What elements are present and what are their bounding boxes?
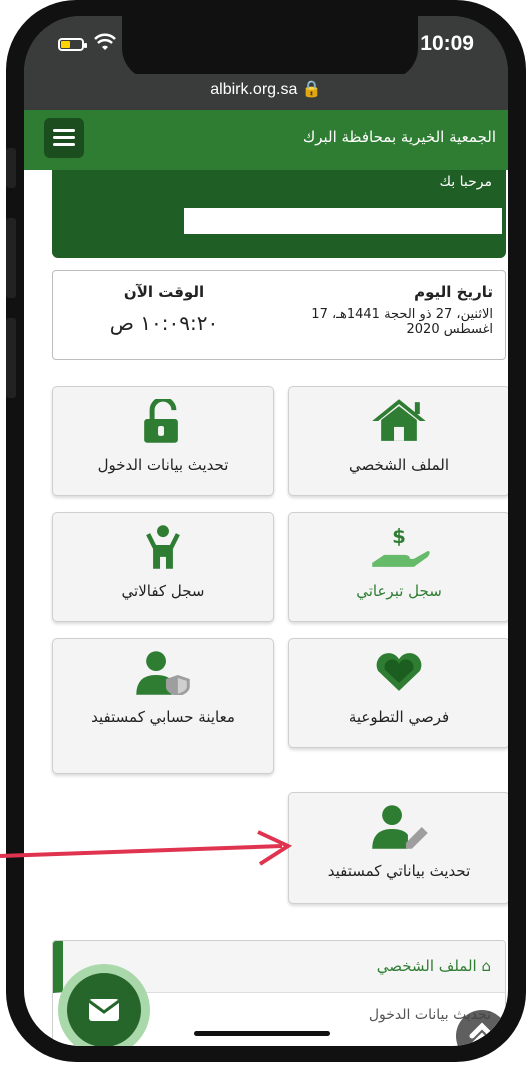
tile-label: معاينة حسابي كمستفيد <box>91 708 235 726</box>
date-title: تاريخ اليوم <box>414 283 493 301</box>
date-column: تاريخ اليوم الاثنين، 27 ذو الحجة 1441هـ،… <box>263 283 493 337</box>
svg-text:$: $ <box>392 525 406 548</box>
battery-icon <box>58 38 87 51</box>
time-title: الوقت الآن <box>123 283 205 301</box>
date-value: الاثنين، 27 ذو الحجة 1441هـ، 17 اغسطس 20… <box>311 307 493 337</box>
volume-down-button <box>6 318 16 398</box>
home-icon: ⌂ <box>476 957 491 975</box>
tile-update-login[interactable]: تحديث بيانات الدخول <box>52 386 274 496</box>
tile-label: سجل كفالاتي <box>121 582 205 600</box>
user-shield-icon <box>136 651 190 695</box>
tile-donations-history[interactable]: $ سجل تبرعاتي <box>288 512 508 622</box>
welcome-greeting: مرحبا بك <box>439 174 492 190</box>
notch <box>122 16 418 80</box>
wifi-icon <box>94 33 116 50</box>
volume-up-button <box>6 218 16 298</box>
status-bar: 10:09 <box>24 16 508 80</box>
welcome-banner: مرحبا بك <box>52 170 506 258</box>
redacted-user-name <box>184 208 502 234</box>
scroll-to-top-button[interactable] <box>456 1010 508 1046</box>
mute-switch <box>6 148 16 188</box>
tile-profile[interactable]: الملف الشخصي <box>288 386 508 496</box>
tile-sponsorships[interactable]: سجل كفالاتي <box>52 512 274 622</box>
tile-volunteer-opportunities[interactable]: فرصي التطوعية <box>288 638 508 748</box>
annotation-arrow-icon <box>0 830 293 866</box>
panel-heading-label: ⌂ الملف الشخصي <box>376 957 491 975</box>
child-icon <box>146 525 180 569</box>
time-value: ١٠:٠٩:٢٠ ص <box>109 311 219 335</box>
hamburger-menu-button[interactable] <box>44 118 84 158</box>
tile-preview-beneficiary-account[interactable]: معاينة حسابي كمستفيد <box>52 638 274 774</box>
home-indicator <box>194 1031 330 1036</box>
status-time: 10:09 <box>420 32 474 55</box>
tile-label: تحديث بيانات الدخول <box>97 456 229 474</box>
tile-label: تحديث بياناتي كمستفيد <box>327 862 471 880</box>
main-content: مرحبا بك تاريخ اليوم الاثنين، 27 ذو الحج… <box>24 170 508 1046</box>
time-column: الوقت الآن ١٠:٠٩:٢٠ ص <box>99 283 229 335</box>
url-bar[interactable]: albirk.org.sa 🔒 <box>24 74 508 110</box>
unlock-icon <box>144 399 178 443</box>
date-time-card: تاريخ اليوم الاثنين، 27 ذو الحجة 1441هـ،… <box>52 270 506 360</box>
envelope-icon <box>88 999 120 1021</box>
app-header: الجمعية الخيرية بمحافظة البرك <box>24 110 508 170</box>
home-icon <box>372 399 426 441</box>
chevron-up-icon <box>469 1022 495 1046</box>
user-edit-icon <box>372 805 428 849</box>
tile-label: فرصي التطوعية <box>348 708 450 726</box>
app-title: الجمعية الخيرية بمحافظة البرك <box>302 128 496 146</box>
contact-mail-button[interactable] <box>58 964 150 1046</box>
phone-frame: 10:09 albirk.org.sa 🔒 الجمعية الخيرية بم… <box>6 0 526 1062</box>
tile-update-beneficiary-data[interactable]: تحديث بياناتي كمستفيد <box>288 792 508 904</box>
donation-hand-icon: $ <box>372 525 430 567</box>
tile-label: سجل تبرعاتي <box>356 582 442 600</box>
tile-label: الملف الشخصي <box>349 456 449 474</box>
heart-icon <box>376 653 422 691</box>
